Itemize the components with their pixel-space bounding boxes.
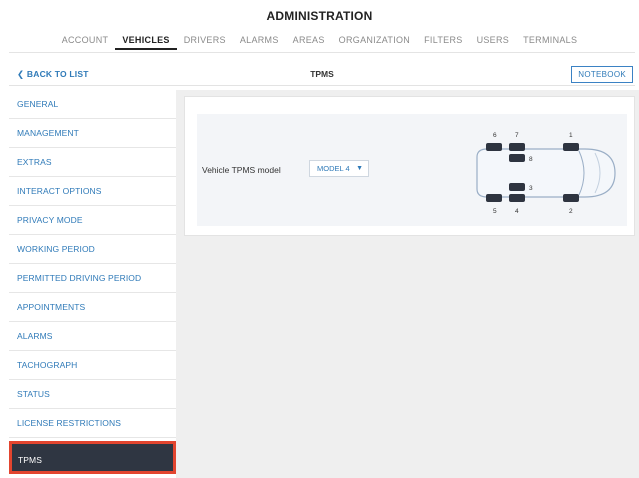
back-to-list-link[interactable]: ❮ BACK TO LIST <box>17 69 89 80</box>
sidebar-item-working-period[interactable]: WORKING PERIOD <box>9 235 176 264</box>
back-to-list-label: BACK TO LIST <box>26 69 89 79</box>
tire-7 <box>509 143 525 151</box>
tire-2 <box>563 194 579 202</box>
sidebar-item-alarms[interactable]: ALARMS <box>9 322 176 351</box>
tire-6 <box>486 143 502 151</box>
tire-label-4: 4 <box>515 208 519 215</box>
sidebar-item-license-restrictions[interactable]: LICENSE RESTRICTIONS <box>9 409 176 438</box>
tire-1 <box>563 143 579 151</box>
tire-label-1: 1 <box>569 132 573 139</box>
tire-label-3: 3 <box>529 185 533 192</box>
sidebar-item-status[interactable]: STATUS <box>9 380 176 409</box>
nav-divider <box>9 52 635 53</box>
nav-tab-vehicles[interactable]: VEHICLES <box>115 34 177 50</box>
notebook-button[interactable]: NOTEBOOK <box>571 66 633 83</box>
nav-tab-users[interactable]: USERS <box>470 34 517 50</box>
tire-4 <box>509 194 525 202</box>
nav-tab-account[interactable]: ACCOUNT <box>55 34 116 50</box>
page-title: TPMS <box>310 69 334 79</box>
tpms-model-select[interactable]: MODEL 4 ▼ <box>309 160 369 177</box>
page-heading: ADMINISTRATION <box>266 9 373 23</box>
nav-tab-drivers[interactable]: DRIVERS <box>177 34 233 50</box>
vehicle-outline <box>476 148 616 198</box>
caret-down-icon: ▼ <box>356 165 363 172</box>
tire-label-8: 8 <box>529 156 533 163</box>
vehicle-tire-diagram: 6 7 1 8 3 5 4 2 <box>476 132 616 215</box>
sidebar-item-tpms[interactable]: TPMS <box>9 441 176 474</box>
tire-5 <box>486 194 502 202</box>
tire-8 <box>509 154 525 162</box>
sidebar-item-general[interactable]: GENERAL <box>9 90 176 119</box>
settings-sidebar: GENERAL MANAGEMENT EXTRAS INTERACT OPTIO… <box>9 90 176 478</box>
tpms-model-label: Vehicle TPMS model <box>202 165 281 175</box>
top-nav: ACCOUNT VEHICLES DRIVERS ALARMS AREAS OR… <box>0 34 639 50</box>
tire-label-2: 2 <box>569 208 573 215</box>
sidebar-item-appointments[interactable]: APPOINTMENTS <box>9 293 176 322</box>
content-toolbar: TPMS ❮ BACK TO LIST NOTEBOOK <box>9 63 635 86</box>
sidebar-item-permitted-driving-period[interactable]: PERMITTED DRIVING PERIOD <box>9 264 176 293</box>
sidebar-item-privacy-mode[interactable]: PRIVACY MODE <box>9 206 176 235</box>
tpms-card: Vehicle TPMS model MODEL 4 ▼ 6 7 1 8 3 5… <box>184 96 635 236</box>
sidebar-item-tachograph[interactable]: TACHOGRAPH <box>9 351 176 380</box>
nav-tab-terminals[interactable]: TERMINALS <box>516 34 584 50</box>
tpms-model-value: MODEL 4 <box>317 164 350 173</box>
sidebar-item-extras[interactable]: EXTRAS <box>9 148 176 177</box>
chevron-left-icon: ❮ <box>17 69 25 79</box>
nav-tab-organization[interactable]: ORGANIZATION <box>332 34 417 50</box>
sidebar-item-interact-options[interactable]: INTERACT OPTIONS <box>9 177 176 206</box>
sidebar-item-management[interactable]: MANAGEMENT <box>9 119 176 148</box>
tpms-config-panel: Vehicle TPMS model MODEL 4 ▼ 6 7 1 8 3 5… <box>197 114 627 226</box>
nav-tab-filters[interactable]: FILTERS <box>417 34 469 50</box>
tire-label-7: 7 <box>515 132 519 139</box>
tire-label-5: 5 <box>493 208 497 215</box>
nav-tab-areas[interactable]: AREAS <box>286 34 332 50</box>
tire-label-6: 6 <box>493 132 497 139</box>
nav-tab-alarms[interactable]: ALARMS <box>233 34 286 50</box>
tire-3 <box>509 183 525 191</box>
